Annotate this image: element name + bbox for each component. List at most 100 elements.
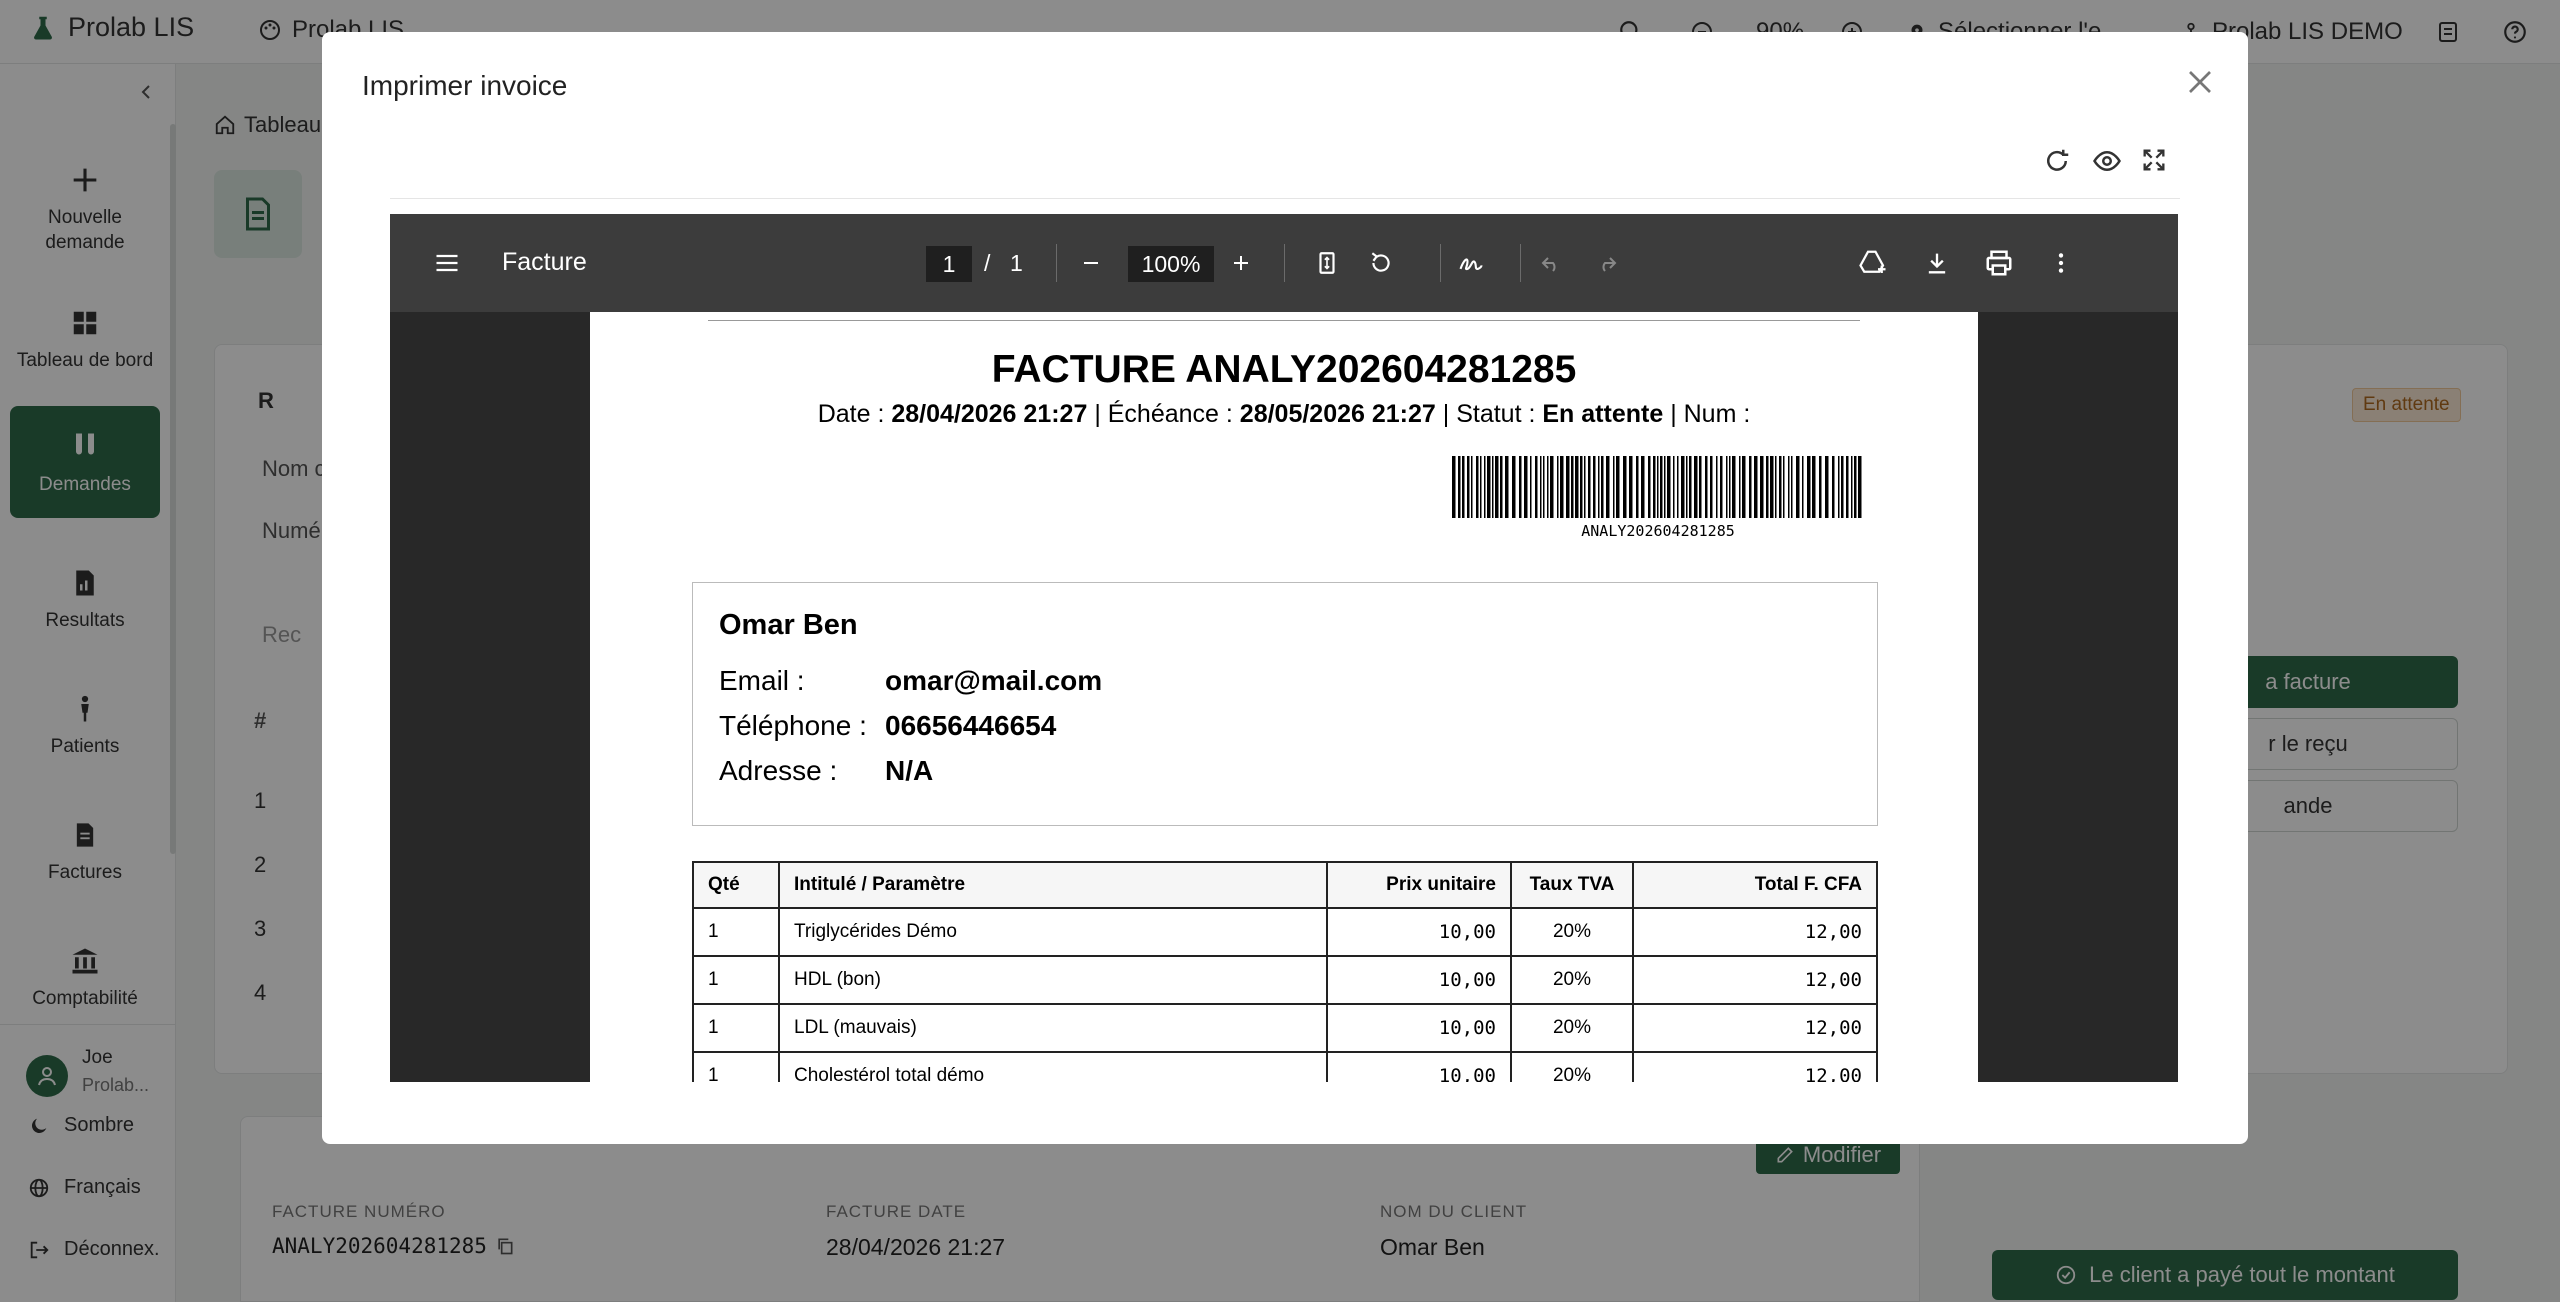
email-label: Email : (719, 665, 805, 696)
client-address-row: Adresse : N/A (719, 755, 933, 787)
client-phone-row: Téléphone : 06656446654 (719, 710, 1056, 742)
column-header: Total F. CFA (1632, 861, 1878, 909)
rotate-button[interactable] (1362, 244, 1400, 282)
save-to-drive-button[interactable] (1854, 244, 1892, 282)
invoice-meta: Date : 28/04/2026 21:27 | Échéance : 28/… (590, 400, 1978, 429)
unit-price-cell: 10,00 (1326, 1003, 1512, 1053)
toolbar-divider (1440, 244, 1441, 282)
fit-page-button[interactable] (1308, 244, 1346, 282)
table-row: 1 Triglycérides Démo 10,00 20% 12,00 (692, 907, 1878, 957)
page-rule (708, 320, 1860, 321)
address-value: N/A (885, 755, 934, 786)
phone-value: 06656446654 (885, 710, 1057, 741)
qty-cell: 1 (692, 1051, 780, 1082)
item-cell: HDL (bon) (778, 955, 1328, 1005)
reload-icon (2047, 149, 2069, 171)
undo-icon (1541, 257, 1556, 272)
unit-price-cell: 10,00 (1326, 907, 1512, 957)
more-vertical-icon (2058, 253, 2064, 273)
invoice-status: En attente (1542, 400, 1664, 428)
client-info-box: Omar Ben Email : omar@mail.com Téléphone … (692, 582, 1878, 826)
num-label: | Num : (1670, 400, 1751, 428)
menu-icon (436, 254, 458, 272)
zoom-in-button[interactable] (1222, 244, 1260, 282)
total-cell: 12,00 (1632, 1051, 1878, 1082)
barcode-text: ANALY202604281285 (1581, 522, 1735, 540)
qty-cell: 1 (692, 955, 780, 1005)
pdf-viewer: Facture 1 / 1 100% FACTURE ANALY20260428… (390, 214, 2178, 1082)
barcode (1452, 456, 1862, 518)
unit-price-cell: 10,00 (1326, 1051, 1512, 1082)
vat-cell: 20% (1510, 1003, 1634, 1053)
close-button[interactable] (2180, 62, 2220, 102)
fit-page-icon (1319, 252, 1335, 274)
pdf-toolbar: Facture 1 / 1 100% (390, 214, 2178, 312)
date-label: Date : (817, 400, 885, 428)
draw-button[interactable] (1452, 244, 1490, 282)
page-separator: / (984, 250, 991, 276)
more-options-button[interactable] (2042, 244, 2080, 282)
toolbar-divider (1056, 244, 1057, 282)
invoice-title: FACTURE ANALY202604281285 (991, 348, 1577, 391)
pdf-page-area[interactable]: FACTURE ANALY202604281285 Date : 28/04/2… (390, 312, 2178, 1082)
page-total: 1 (1010, 250, 1023, 276)
qty-cell: 1 (692, 907, 780, 957)
phone-label: Téléphone : (719, 710, 867, 741)
qty-cell: 1 (692, 1003, 780, 1053)
item-cell: Cholestérol total démo (778, 1051, 1328, 1082)
modal-divider (390, 198, 2180, 199)
status-label: | Statut : (1442, 400, 1536, 428)
table-row: 1 HDL (bon) 10,00 20% 12,00 (692, 955, 1878, 1005)
total-cell: 12,00 (1632, 955, 1878, 1005)
zoom-out-button[interactable] (1072, 244, 1110, 282)
toolbar-divider (1520, 244, 1521, 282)
toolbar-divider (1284, 244, 1285, 282)
reload-button[interactable] (2042, 146, 2076, 180)
unit-price-cell: 10,00 (1326, 955, 1512, 1005)
address-label: Adresse : (719, 755, 838, 786)
zoom-input[interactable]: 100% (1128, 246, 1214, 282)
column-header: Taux TVA (1510, 861, 1634, 909)
rotate-icon (1371, 252, 1390, 272)
fullscreen-icon (2143, 149, 2165, 171)
pdf-title: Facture (502, 248, 587, 276)
modal-title: Imprimer invoice (362, 70, 568, 101)
item-cell: LDL (mauvais) (778, 1003, 1328, 1053)
total-cell: 12,00 (1632, 907, 1878, 957)
email-value: omar@mail.com (885, 665, 1103, 696)
printer-icon (1986, 250, 2012, 276)
eye-icon (2093, 150, 2121, 172)
item-cell: Triglycérides Démo (778, 907, 1328, 957)
minus-icon (1084, 262, 1098, 264)
plus-icon (1234, 256, 1248, 270)
print-invoice-modal: Imprimer invoice Facture 1 / 1 100% FACT… (322, 32, 2248, 1144)
table-row: 1 Cholestérol total démo 10,00 20% 12,00 (692, 1051, 1878, 1082)
due-label: | Échéance : (1094, 400, 1233, 428)
vat-cell: 20% (1510, 907, 1634, 957)
drive-add-icon (1859, 250, 1886, 273)
print-button[interactable] (1980, 244, 2018, 282)
table-header-row: Qté Intitulé / Paramètre Prix unitaire T… (692, 861, 1878, 909)
column-header: Qté (692, 861, 780, 909)
download-button[interactable] (1918, 244, 1956, 282)
client-email-row: Email : omar@mail.com (719, 665, 1102, 697)
download-icon (1928, 253, 1946, 274)
vat-cell: 20% (1510, 1051, 1634, 1082)
invoice-date: 28/04/2026 21:27 (891, 400, 1088, 428)
redo-button[interactable] (1588, 244, 1626, 282)
column-header: Prix unitaire (1326, 861, 1512, 909)
pdf-menu-button[interactable] (428, 244, 466, 282)
close-icon (2189, 71, 2211, 93)
preview-button[interactable] (2092, 146, 2126, 180)
column-header: Intitulé / Paramètre (778, 861, 1328, 909)
due-date: 28/05/2026 21:27 (1239, 400, 1436, 428)
total-cell: 12,00 (1632, 1003, 1878, 1053)
vat-cell: 20% (1510, 955, 1634, 1005)
page-number-input[interactable]: 1 (926, 246, 972, 282)
undo-button[interactable] (1532, 244, 1570, 282)
invoice-page: FACTURE ANALY202604281285 Date : 28/04/2… (590, 312, 1978, 1082)
invoice-items-table: Qté Intitulé / Paramètre Prix unitaire T… (692, 861, 1878, 1082)
signature-icon (1459, 258, 1483, 271)
redo-icon (1602, 257, 1617, 272)
fullscreen-button[interactable] (2140, 146, 2174, 180)
